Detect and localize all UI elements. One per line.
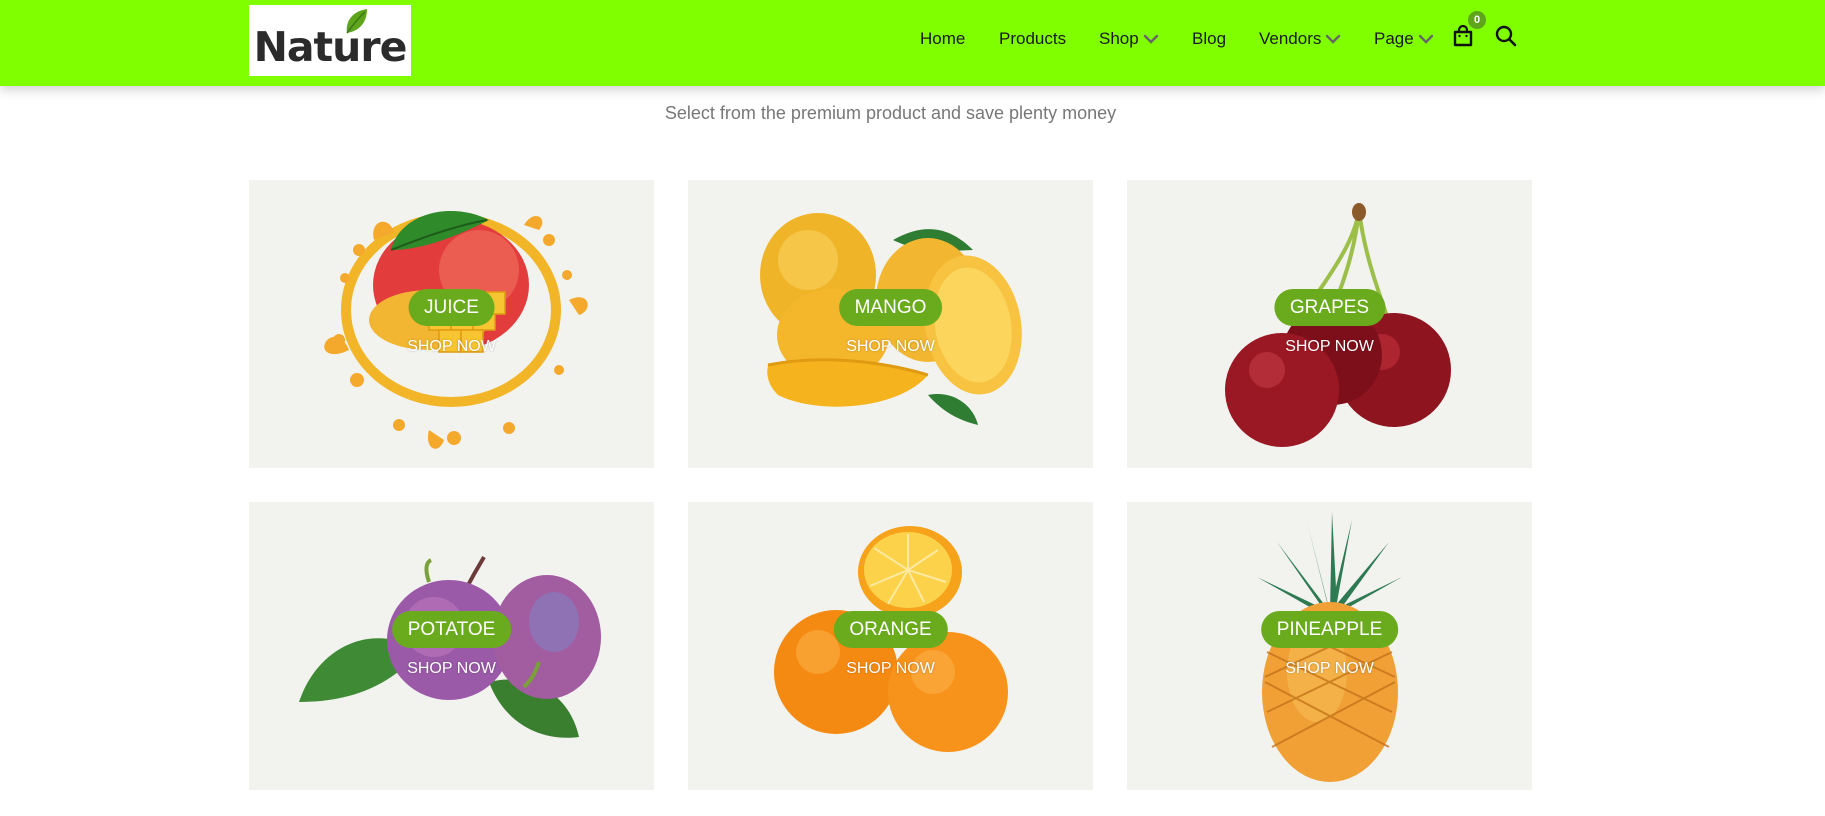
shop-now-link[interactable]: SHOP NOW xyxy=(249,338,654,356)
category-card-mango[interactable]: MANGO SHOP NOW xyxy=(688,180,1093,468)
category-label: ORANGE xyxy=(833,611,948,648)
nav-page[interactable]: Page xyxy=(1374,28,1434,50)
search-button[interactable] xyxy=(1494,24,1518,53)
category-card-orange[interactable]: ORANGE SHOP NOW xyxy=(688,502,1093,790)
category-label: POTATOE xyxy=(391,611,512,648)
nav-products[interactable]: Products xyxy=(999,28,1066,50)
cart-button[interactable] xyxy=(1451,24,1475,53)
shop-now-link[interactable]: SHOP NOW xyxy=(688,660,1093,678)
shop-now-link[interactable]: SHOP NOW xyxy=(1127,660,1532,678)
category-card-grapes[interactable]: GRAPES SHOP NOW xyxy=(1127,180,1532,468)
cart-count-badge: 0 xyxy=(1468,11,1486,29)
category-card-pineapple[interactable]: PINEAPPLE SHOP NOW xyxy=(1127,502,1532,790)
shop-now-link[interactable]: SHOP NOW xyxy=(688,338,1093,356)
site-header: Nature Home Products Shop Blog Vendors P… xyxy=(0,0,1825,86)
chevron-down-icon xyxy=(1418,34,1434,44)
category-card-juice[interactable]: JUICE SHOP NOW xyxy=(249,180,654,468)
main-nav: Home Products Shop Blog Vendors Page 0 xyxy=(0,0,1825,76)
category-label: GRAPES xyxy=(1273,289,1386,326)
shop-now-link[interactable]: SHOP NOW xyxy=(249,660,654,678)
chevron-down-icon xyxy=(1143,34,1159,44)
category-card-potatoe[interactable]: POTATOE SHOP NOW xyxy=(249,502,654,790)
shop-now-link[interactable]: SHOP NOW xyxy=(1127,338,1532,356)
nav-blog[interactable]: Blog xyxy=(1192,28,1226,50)
section-subtitle: Select from the premium product and save… xyxy=(664,103,1117,123)
nav-vendors[interactable]: Vendors xyxy=(1259,28,1341,50)
category-label: JUICE xyxy=(408,289,495,326)
category-label: MANGO xyxy=(838,289,943,326)
search-icon xyxy=(1495,25,1517,47)
category-label: PINEAPPLE xyxy=(1260,611,1399,648)
nav-home[interactable]: Home xyxy=(920,28,965,50)
nav-shop[interactable]: Shop xyxy=(1099,28,1159,50)
chevron-down-icon xyxy=(1325,34,1341,44)
